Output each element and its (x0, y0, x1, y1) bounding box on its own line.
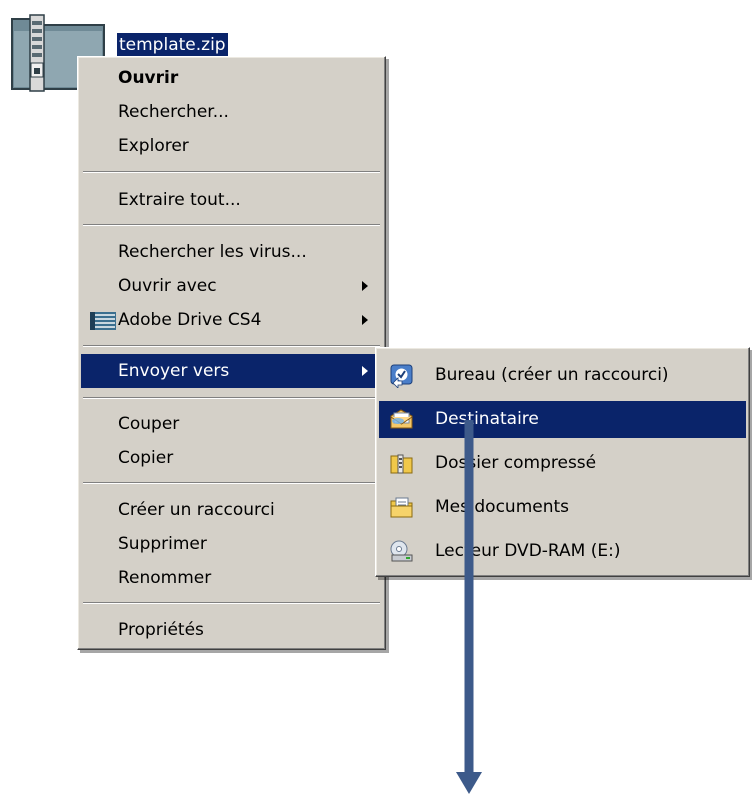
mail-recipient-icon (390, 409, 413, 429)
menu-item-open[interactable]: Ouvrir (81, 61, 382, 95)
menu-item-adobe-drive[interactable]: Adobe Drive CS4 (81, 303, 382, 337)
menu-item-label: Extraire tout... (118, 190, 241, 210)
menu-item-label: Créer un raccourci (118, 500, 275, 520)
menu-item-label: Ouvrir avec (118, 276, 217, 296)
menu-separator (83, 345, 380, 347)
menu-separator (83, 397, 380, 399)
menu-item-rename[interactable]: Renommer (81, 561, 382, 595)
file-name-label[interactable]: template.zip (117, 33, 228, 57)
send-to-submenu: Bureau (créer un raccourci) Destinataire… (375, 347, 750, 577)
submenu-arrow-icon (362, 315, 368, 325)
context-menu: Ouvrir Rechercher... Explorer Extraire t… (77, 56, 386, 650)
menu-item-label: Rechercher... (118, 102, 229, 122)
submenu-arrow-icon (362, 366, 368, 376)
menu-item-label: Envoyer vers (118, 361, 230, 381)
menu-item-label: Supprimer (118, 534, 207, 554)
compressed-folder-icon (390, 454, 413, 474)
menu-item-properties[interactable]: Propriétés (81, 613, 382, 647)
menu-item-cut[interactable]: Couper (81, 407, 382, 441)
menu-item-explore[interactable]: Explorer (81, 129, 382, 163)
menu-separator (83, 171, 380, 173)
send-to-item-mail-recipient[interactable]: Destinataire (379, 401, 746, 438)
adobe-drive-icon (90, 312, 116, 330)
annotation-arrow-down (456, 420, 482, 794)
menu-item-search[interactable]: Rechercher... (81, 95, 382, 129)
menu-item-open-with[interactable]: Ouvrir avec (81, 269, 382, 303)
send-to-item-compressed-folder[interactable]: Dossier compressé (379, 445, 746, 482)
menu-separator (83, 482, 380, 484)
menu-item-extract-all[interactable]: Extraire tout... (81, 183, 382, 217)
menu-item-label: Adobe Drive CS4 (118, 310, 262, 330)
send-to-item-dvd-drive[interactable]: Lecteur DVD-RAM (E:) (379, 533, 746, 570)
menu-item-send-to[interactable]: Envoyer vers (81, 354, 382, 388)
menu-item-copy[interactable]: Copier (81, 441, 382, 475)
my-documents-icon (390, 497, 413, 518)
menu-separator (83, 602, 380, 604)
desktop-icon (390, 364, 413, 388)
menu-separator (83, 224, 380, 226)
menu-item-label: Renommer (118, 568, 212, 588)
menu-item-label: Copier (118, 448, 174, 468)
menu-item-label: Couper (118, 414, 180, 434)
menu-item-label: Rechercher les virus... (118, 242, 307, 262)
send-to-item-label: Bureau (créer un raccourci) (435, 365, 669, 385)
dvd-drive-icon (390, 540, 413, 562)
menu-item-label: Explorer (118, 136, 189, 156)
menu-item-create-shortcut[interactable]: Créer un raccourci (81, 493, 382, 527)
send-to-item-my-documents[interactable]: Mes documents (379, 489, 746, 526)
menu-item-delete[interactable]: Supprimer (81, 527, 382, 561)
submenu-arrow-icon (362, 281, 368, 291)
menu-item-label: Propriétés (118, 620, 204, 640)
menu-item-label: Ouvrir (118, 68, 179, 88)
send-to-item-desktop[interactable]: Bureau (créer un raccourci) (379, 357, 746, 394)
menu-item-virus-scan[interactable]: Rechercher les virus... (81, 235, 382, 269)
